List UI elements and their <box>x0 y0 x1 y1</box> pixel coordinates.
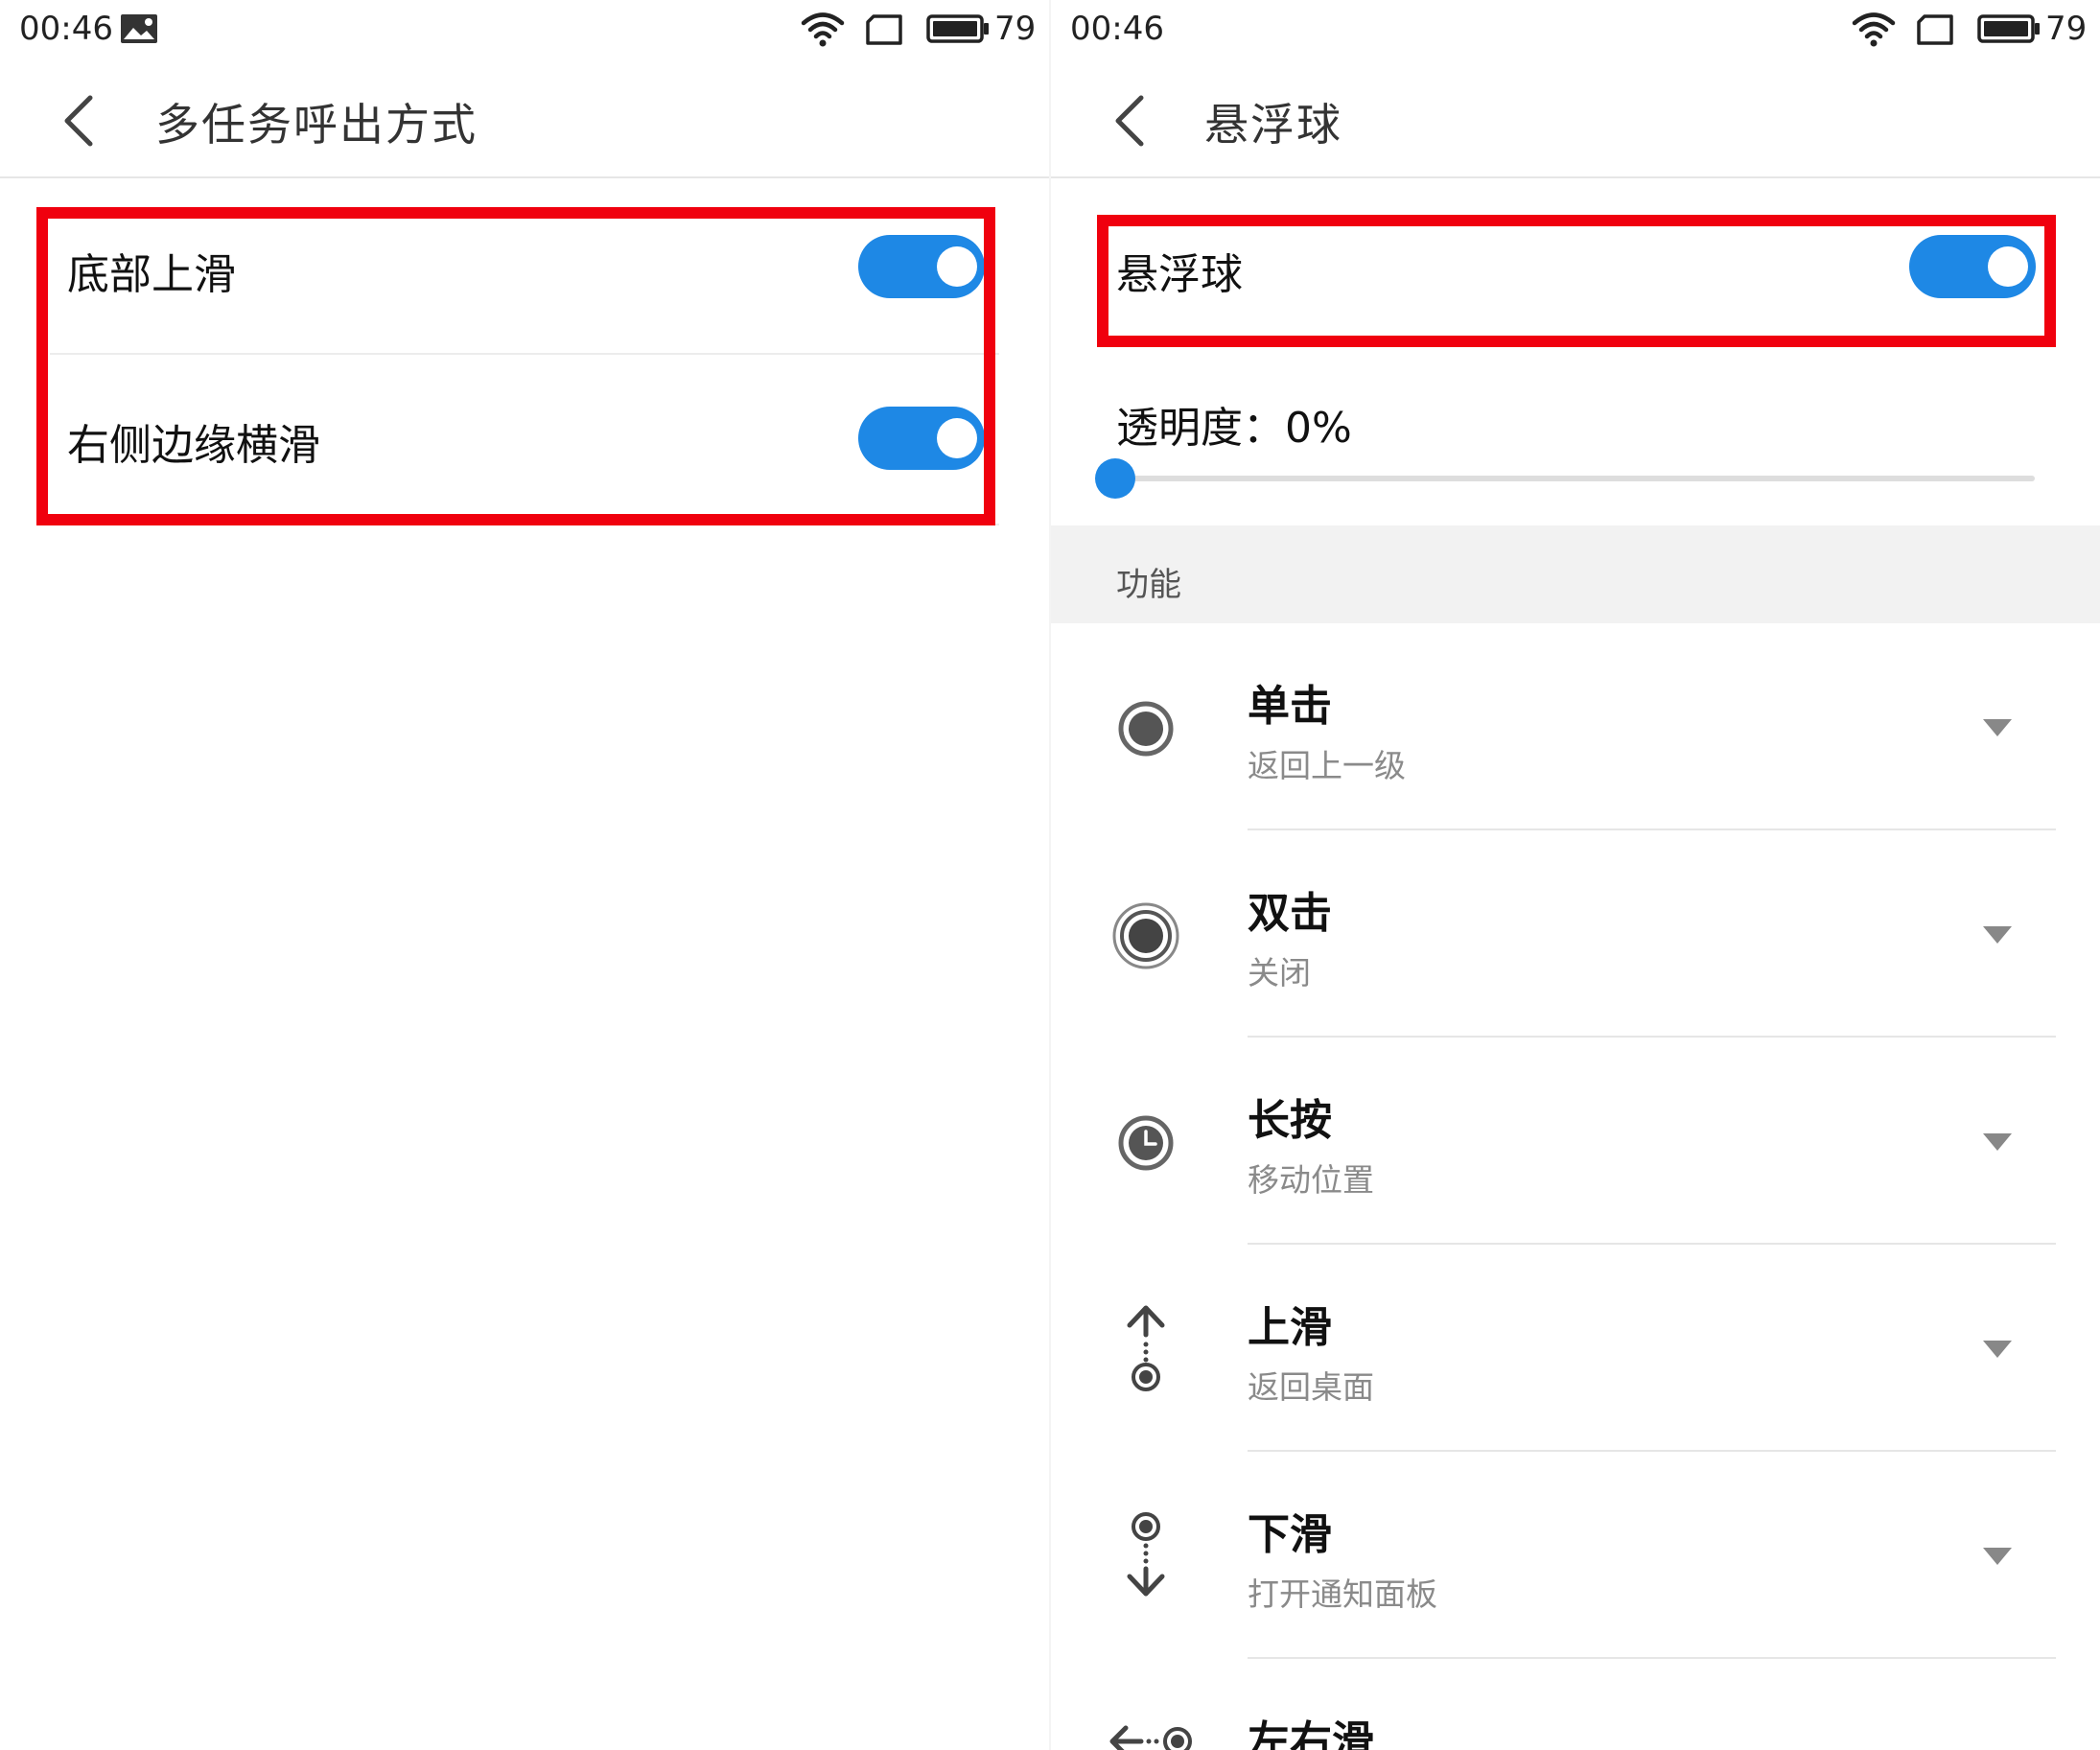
action-row-swipe-up[interactable]: 上滑 返回桌面 <box>1051 1245 2100 1452</box>
action-title: 单击 <box>1248 682 1332 731</box>
action-title: 左右滑 <box>1248 1717 1374 1750</box>
page-title: 悬浮球 <box>1204 99 1342 151</box>
single-tap-icon <box>1118 701 1174 757</box>
toggle-knob <box>937 418 977 458</box>
dropdown-arrow-icon <box>1983 719 2012 736</box>
dropdown-arrow-icon <box>1983 926 2012 944</box>
swipe-horizontal-icon <box>1109 1725 1192 1750</box>
action-title: 长按 <box>1248 1096 1332 1145</box>
image-notification-icon <box>121 14 157 43</box>
toggle-knob <box>937 246 977 287</box>
status-bar: 00:46 79 <box>0 0 1049 61</box>
action-value: 移动位置 <box>1248 1161 1374 1199</box>
status-bar: 00:46 79 <box>1051 0 2100 61</box>
right-edge-swipe-toggle[interactable] <box>858 407 985 470</box>
action-value: 返回桌面 <box>1248 1368 1374 1406</box>
floating-ball-toggle[interactable] <box>1909 235 2036 298</box>
long-press-clock-icon <box>1118 1115 1174 1171</box>
bottom-swipe-up-label: 底部上滑 <box>67 250 236 299</box>
multitask-screen: 00:46 79 多任务呼出方式 底部上滑 右侧边缘横滑 <box>0 0 1049 1750</box>
battery-level: 79 <box>2045 10 2088 48</box>
title-bar: 多任务呼出方式 <box>0 61 1049 178</box>
action-value: 返回上一级 <box>1248 747 1406 784</box>
toggle-knob <box>1988 246 2028 287</box>
page-title: 多任务呼出方式 <box>155 99 478 151</box>
back-arrow-icon[interactable] <box>58 90 100 152</box>
wifi-icon <box>1852 12 1896 47</box>
dropdown-arrow-icon <box>1983 1133 2012 1151</box>
double-tap-icon <box>1112 902 1179 969</box>
status-time: 00:46 <box>19 10 113 48</box>
transparency-slider-thumb[interactable] <box>1095 458 1135 499</box>
section-header: 功能 <box>1051 525 2100 623</box>
action-row-long-press[interactable]: 长按 移动位置 <box>1051 1038 2100 1245</box>
back-arrow-icon[interactable] <box>1108 90 1151 152</box>
title-bar: 悬浮球 <box>1051 61 2100 178</box>
action-row-swipe-down[interactable]: 下滑 打开通知面板 <box>1051 1452 2100 1659</box>
sim-card-icon <box>1917 14 1953 45</box>
section-label: 功能 <box>1116 566 1181 604</box>
dropdown-arrow-icon <box>1983 1548 2012 1565</box>
transparency-slider-track[interactable] <box>1116 476 2035 481</box>
action-title: 下滑 <box>1248 1510 1332 1559</box>
action-value: 关闭 <box>1248 954 1311 992</box>
action-value: 打开通知面板 <box>1248 1575 1437 1613</box>
action-row-single-tap[interactable]: 单击 返回上一级 <box>1051 623 2100 830</box>
row-divider <box>50 524 999 525</box>
floating-ball-label: 悬浮球 <box>1116 250 1243 299</box>
battery-icon <box>1977 14 2040 43</box>
action-title: 上滑 <box>1248 1303 1332 1352</box>
status-time: 00:46 <box>1070 10 1164 48</box>
row-divider <box>50 353 999 355</box>
bottom-swipe-up-toggle[interactable] <box>858 235 985 298</box>
battery-icon <box>926 14 989 43</box>
sim-card-icon <box>866 14 902 45</box>
action-row-double-tap[interactable]: 双击 关闭 <box>1051 830 2100 1038</box>
action-title: 双击 <box>1248 889 1332 938</box>
battery-level: 79 <box>994 10 1037 48</box>
dropdown-arrow-icon <box>1983 1341 2012 1358</box>
action-row-swipe-horizontal[interactable]: 左右滑 <box>1051 1659 2100 1750</box>
wifi-icon <box>801 12 845 47</box>
transparency-label: 透明度：0% <box>1116 404 1352 453</box>
swipe-up-icon <box>1127 1305 1165 1391</box>
swipe-down-icon <box>1127 1512 1165 1597</box>
right-edge-swipe-label: 右侧边缘横滑 <box>67 421 320 470</box>
